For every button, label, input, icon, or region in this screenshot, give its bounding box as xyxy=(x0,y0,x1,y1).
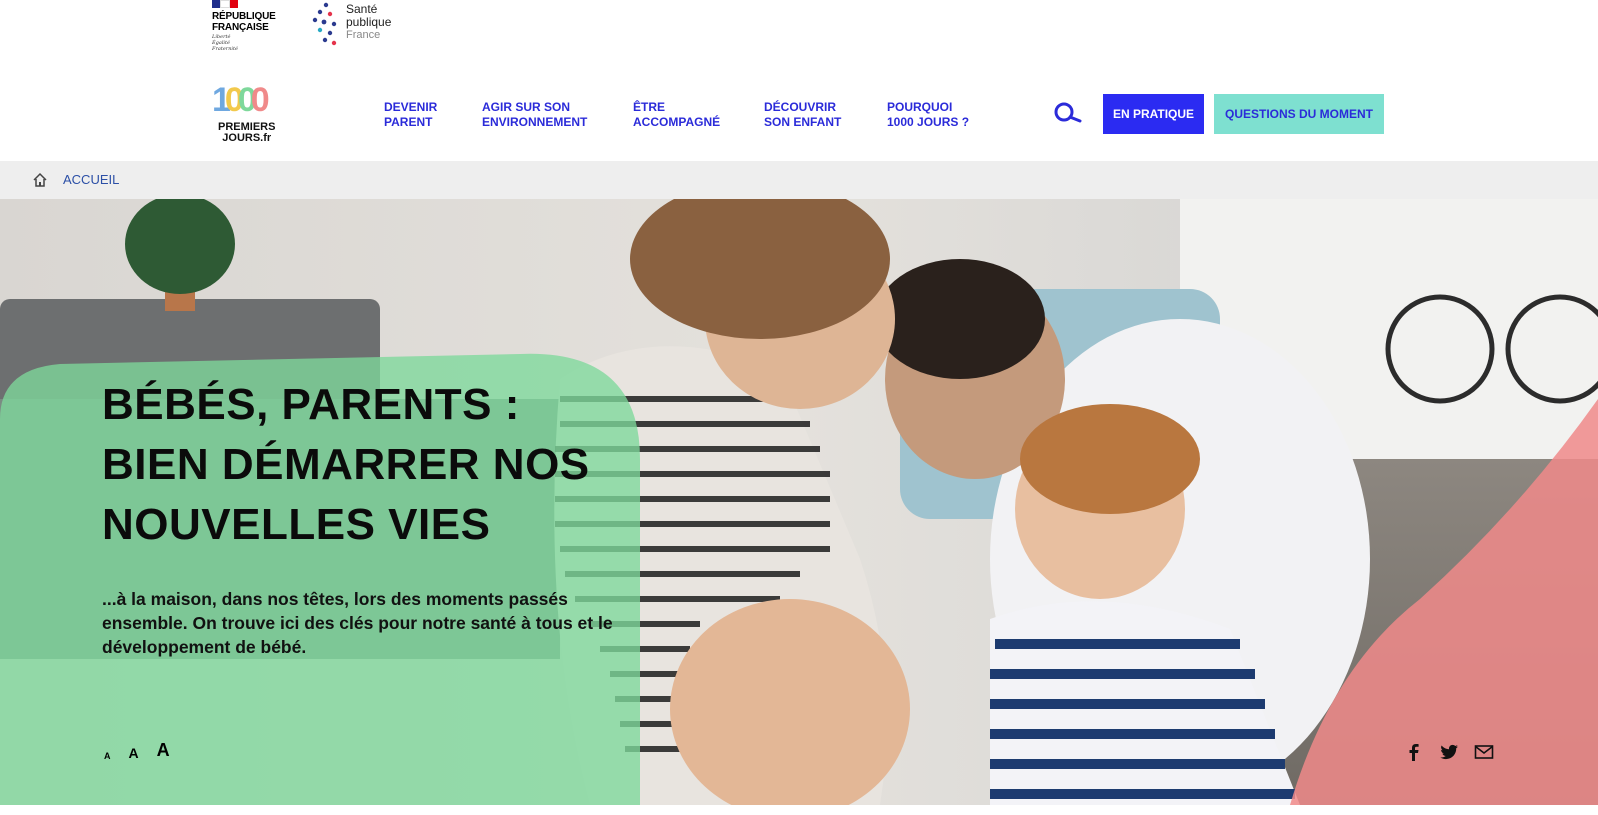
logo-words: PREMIERS JOURS.fr xyxy=(218,121,276,144)
main-nav: DEVENIR PARENT AGIR SUR SON ENVIRONNEMEN… xyxy=(384,100,1007,130)
spf-dots-icon xyxy=(312,2,337,46)
spf-line3: France xyxy=(346,29,381,41)
twitter-icon[interactable] xyxy=(1439,742,1459,762)
sante-publique-france-logo[interactable]: Santé publique France xyxy=(312,0,402,48)
font-size-small-button[interactable]: A xyxy=(104,751,111,761)
nav-item-pourquoi-1000-jours[interactable]: POURQUOI 1000 JOURS ? xyxy=(887,100,1007,130)
nav-item-devenir-parent[interactable]: DEVENIR PARENT xyxy=(384,100,482,130)
french-flag-icon xyxy=(212,0,238,8)
hero-subtitle: ...à la maison, dans nos têtes, lors des… xyxy=(102,589,613,657)
hero-banner: BÉBÉS, PARENTS : BIEN DÉMARRER NOS NOUVE… xyxy=(0,199,1598,805)
share-links xyxy=(1404,742,1509,762)
republique-francaise-logo[interactable]: RÉPUBLIQUE FRANÇAISE Liberté Égalité Fra… xyxy=(212,0,282,56)
nav-item-agir-environnement[interactable]: AGIR SUR SON ENVIRONNEMENT xyxy=(482,100,633,130)
en-pratique-button[interactable]: EN PRATIQUE xyxy=(1103,94,1204,134)
facebook-icon[interactable] xyxy=(1404,742,1424,762)
font-size-controls: A A A xyxy=(104,740,188,761)
breadcrumb: ACCUEIL xyxy=(0,161,1598,199)
republique-francaise-text: RÉPUBLIQUE FRANÇAISE xyxy=(212,11,276,33)
nav-item-decouvrir-enfant[interactable]: DÉCOUVRIR SON ENFANT xyxy=(764,100,887,130)
hero-title: BÉBÉS, PARENTS : BIEN DÉMARRER NOS NOUVE… xyxy=(102,380,590,549)
spf-text: Santé publique France xyxy=(346,3,391,42)
email-icon[interactable] xyxy=(1474,742,1494,762)
spf-line2: publique xyxy=(346,15,392,29)
home-icon[interactable] xyxy=(32,172,48,188)
breadcrumb-accueil[interactable]: ACCUEIL xyxy=(63,172,119,187)
republique-motto: Liberté Égalité Fraternité xyxy=(212,34,238,52)
1000-premiers-jours-logo[interactable]: 1000 PREMIERS JOURS.fr xyxy=(212,82,288,152)
questions-du-moment-button[interactable]: QUESTIONS DU MOMENT xyxy=(1214,94,1384,134)
main-header: 1000 PREMIERS JOURS.fr DEVENIR PARENT AG… xyxy=(0,60,1598,161)
logo-digits: 1000 xyxy=(212,81,270,119)
font-size-medium-button[interactable]: A xyxy=(129,745,139,761)
top-logos-bar: RÉPUBLIQUE FRANÇAISE Liberté Égalité Fra… xyxy=(0,0,1598,60)
search-icon[interactable] xyxy=(1052,100,1084,126)
nav-item-etre-accompagne[interactable]: ÊTRE ACCOMPAGNÉ xyxy=(633,100,764,130)
font-size-large-button[interactable]: A xyxy=(157,740,170,761)
